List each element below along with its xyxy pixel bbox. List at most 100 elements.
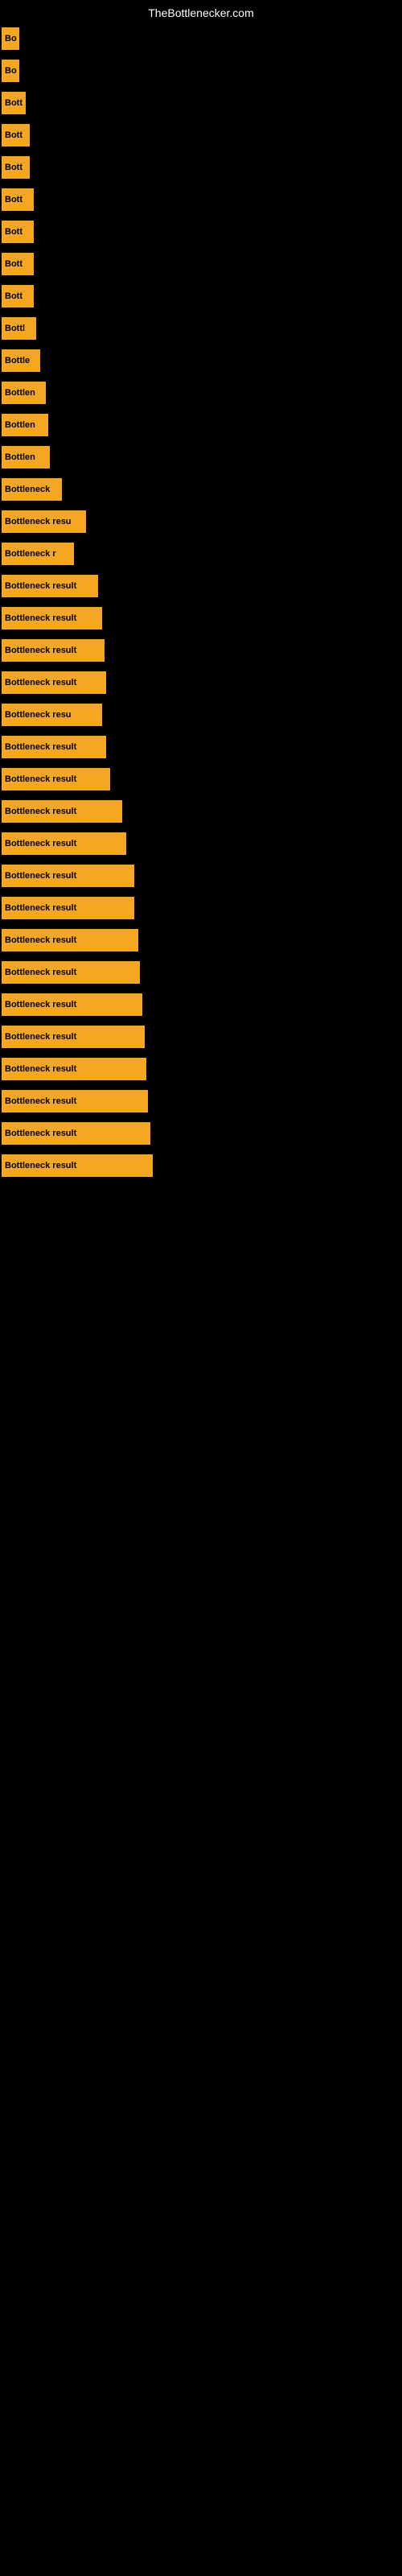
bar-row: Bott [0, 184, 402, 216]
result-bar: Bottleneck r [2, 543, 74, 565]
bar-label: Bottleneck [5, 485, 50, 494]
bar-label: Bott [5, 259, 23, 269]
bar-row: Bottl [0, 312, 402, 345]
bar-label: Bottle [5, 356, 30, 365]
result-bar: Bott [2, 253, 34, 275]
result-bar: Bott [2, 221, 34, 243]
bar-row: Bottleneck result [0, 1053, 402, 1085]
bar-label: Bottleneck result [5, 646, 76, 655]
bar-label: Bott [5, 130, 23, 140]
bar-label: Bottlen [5, 420, 35, 430]
result-bar: Bottleneck resu [2, 510, 86, 533]
result-bar: Bottleneck result [2, 1090, 148, 1113]
bar-row: Bottleneck result [0, 731, 402, 763]
result-bar: Bo [2, 27, 19, 50]
result-bar: Bottleneck result [2, 800, 122, 823]
bar-label: Bottleneck result [5, 1161, 76, 1170]
bar-label: Bottleneck result [5, 1096, 76, 1106]
result-bar: Bottleneck [2, 478, 62, 501]
bar-label: Bottlen [5, 388, 35, 398]
result-bar: Bottleneck result [2, 897, 134, 919]
result-bar: Bottleneck result [2, 736, 106, 758]
result-bar: Bott [2, 92, 26, 114]
result-bar: Bottle [2, 349, 40, 372]
bar-row: Bottleneck result [0, 828, 402, 860]
bar-row: Bottleneck [0, 473, 402, 506]
bar-label: Bo [5, 34, 17, 43]
bar-row: Bott [0, 87, 402, 119]
bar-row: Bottlen [0, 377, 402, 409]
bar-label: Bottleneck result [5, 935, 76, 945]
result-bar: Bottlen [2, 446, 50, 469]
bar-label: Bottlen [5, 452, 35, 462]
bar-label: Bottleneck result [5, 742, 76, 752]
result-bar: Bottleneck result [2, 1026, 145, 1048]
result-bar: Bott [2, 188, 34, 211]
bar-row: Bottleneck result [0, 763, 402, 795]
result-bar: Bottleneck result [2, 929, 138, 952]
title: TheBottlenecker.com [0, 0, 402, 23]
bar-row: Bottleneck result [0, 1117, 402, 1150]
bar-row: Bo [0, 55, 402, 87]
bar-label: Bottleneck result [5, 903, 76, 913]
bar-label: Bottleneck result [5, 613, 76, 623]
bar-label: Bo [5, 66, 17, 76]
result-bar: Bottleneck result [2, 768, 110, 791]
bar-row: Bott [0, 151, 402, 184]
bar-row: Bott [0, 280, 402, 312]
bar-label: Bottleneck result [5, 839, 76, 848]
bar-label: Bottl [5, 324, 25, 333]
result-bar: Bottleneck result [2, 1122, 150, 1145]
bar-row: Bottleneck result [0, 989, 402, 1021]
bar-label: Bottleneck result [5, 871, 76, 881]
bar-label: Bottleneck result [5, 807, 76, 816]
bar-label: Bottleneck result [5, 581, 76, 591]
bar-row: Bottleneck result [0, 924, 402, 956]
bar-row: Bott [0, 119, 402, 151]
bar-row: Bottleneck result [0, 1021, 402, 1053]
result-bar: Bottleneck result [2, 639, 105, 662]
bar-label: Bottleneck r [5, 549, 56, 559]
result-bar: Bottleneck result [2, 1154, 153, 1177]
result-bar: Bottleneck result [2, 993, 142, 1016]
bar-label: Bott [5, 195, 23, 204]
bar-row: Bottleneck result [0, 602, 402, 634]
bar-row: Bottleneck resu [0, 699, 402, 731]
bar-label: Bott [5, 227, 23, 237]
bar-label: Bottleneck result [5, 1129, 76, 1138]
result-bar: Bottleneck resu [2, 704, 102, 726]
result-bar: Bott [2, 156, 30, 179]
bar-row: Bott [0, 216, 402, 248]
result-bar: Bott [2, 124, 30, 147]
result-bar: Bottlen [2, 382, 46, 404]
bar-row: Bottleneck r [0, 538, 402, 570]
bar-row: Bottleneck result [0, 570, 402, 602]
bar-row: Bott [0, 248, 402, 280]
result-bar: Bottleneck result [2, 961, 140, 984]
result-bar: Bottleneck result [2, 607, 102, 630]
result-bar: Bott [2, 285, 34, 308]
bar-label: Bottleneck result [5, 1032, 76, 1042]
bar-label: Bottleneck resu [5, 517, 72, 526]
bar-row: Bottleneck result [0, 892, 402, 924]
bar-label: Bott [5, 98, 23, 108]
result-bar: Bottleneck result [2, 865, 134, 887]
bar-row: Bottleneck result [0, 667, 402, 699]
result-bar: Bottleneck result [2, 671, 106, 694]
bar-label: Bottleneck result [5, 1064, 76, 1074]
bar-row: Bottleneck result [0, 860, 402, 892]
bar-label: Bott [5, 291, 23, 301]
bar-row: Bottleneck result [0, 956, 402, 989]
bar-label: Bott [5, 163, 23, 172]
result-bar: Bottleneck result [2, 1058, 146, 1080]
result-bar: Bo [2, 60, 19, 82]
result-bar: Bottlen [2, 414, 48, 436]
bar-row: Bottle [0, 345, 402, 377]
bar-label: Bottleneck result [5, 1000, 76, 1009]
bar-row: Bottleneck result [0, 1150, 402, 1182]
bar-label: Bottleneck resu [5, 710, 72, 720]
result-bar: Bottleneck result [2, 832, 126, 855]
bar-row: Bottleneck resu [0, 506, 402, 538]
bar-row: Bottlen [0, 409, 402, 441]
bar-row: Bottleneck result [0, 795, 402, 828]
